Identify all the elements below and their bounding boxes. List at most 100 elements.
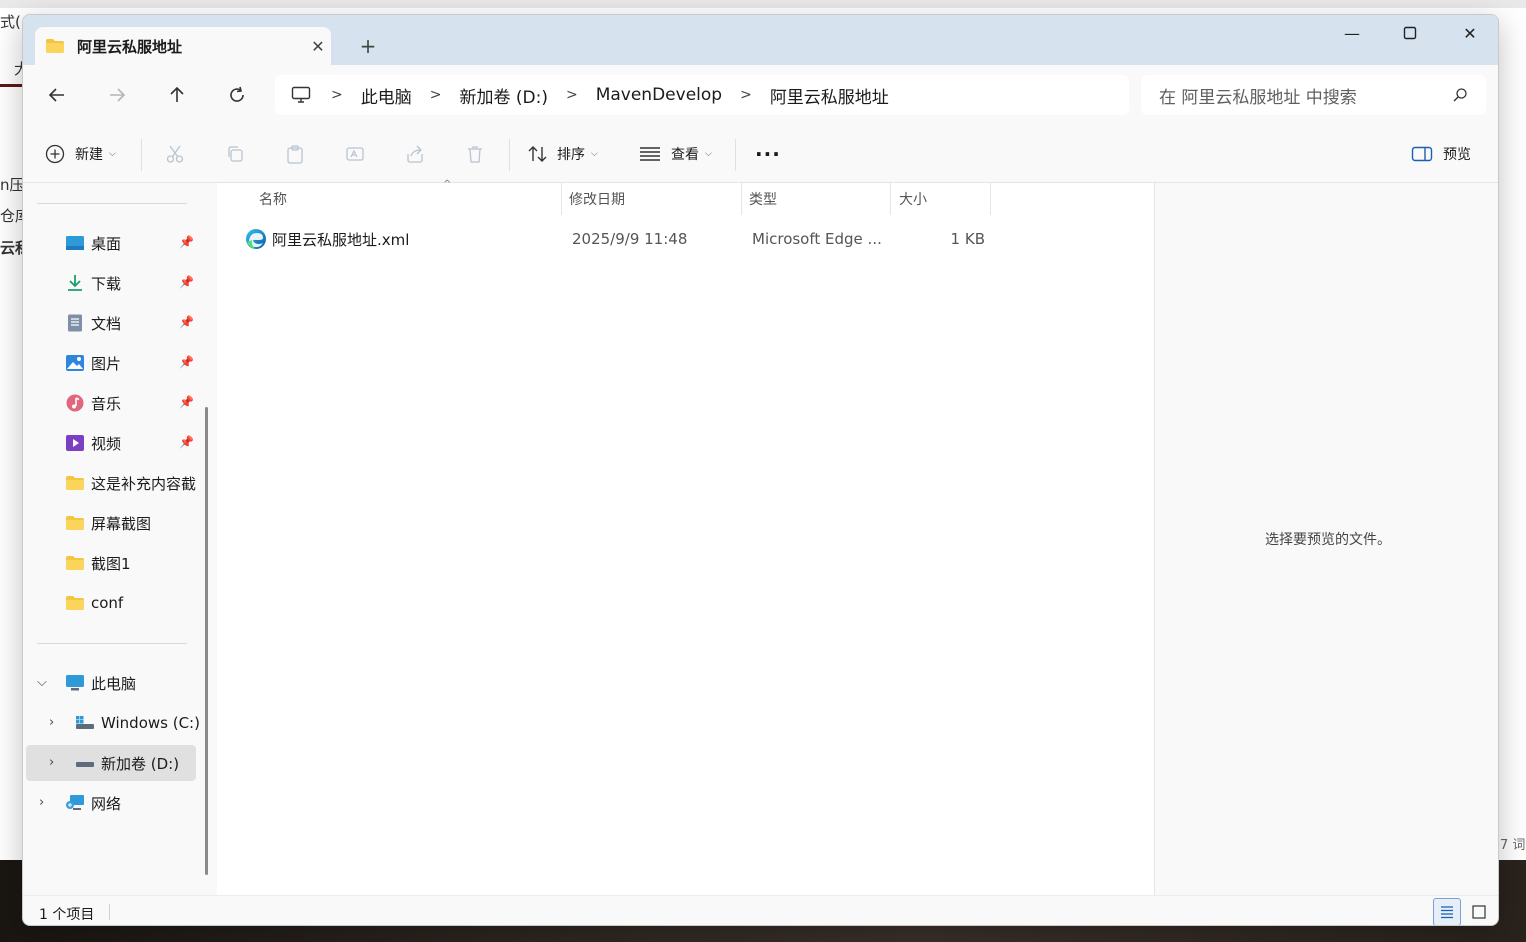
- pin-icon: 📌: [179, 275, 194, 289]
- tab-close-icon[interactable]: ✕: [305, 33, 331, 59]
- column-header-name[interactable]: 名称 ^: [259, 179, 561, 215]
- navigation-divider: [37, 643, 187, 644]
- status-divider: [109, 904, 110, 920]
- column-divider[interactable]: [990, 183, 991, 215]
- sidebar-item-label: conf: [91, 594, 124, 612]
- cut-button[interactable]: [165, 125, 185, 183]
- sidebar-item-folder[interactable]: 屏幕截图: [23, 505, 197, 541]
- preview-pane-button[interactable]: 预览: [1411, 125, 1471, 183]
- sidebar-item-this-pc[interactable]: ⌵ 此电脑: [23, 665, 197, 701]
- sort-button-label: 排序: [557, 147, 585, 163]
- search-input[interactable]: 在 阿里云私服地址 中搜索: [1141, 75, 1486, 115]
- rename-icon: [346, 147, 364, 161]
- sidebar-item-pictures[interactable]: 图片 📌: [23, 345, 197, 381]
- share-button[interactable]: [405, 125, 425, 183]
- chevron-right-icon[interactable]: ›: [49, 715, 54, 730]
- sidebar-item-folder[interactable]: 这是补充内容截: [23, 465, 197, 501]
- view-button-label: 查看: [671, 147, 699, 163]
- sidebar-item-documents[interactable]: 文档 📌: [23, 305, 197, 341]
- breadcrumb-mavendevelop[interactable]: MavenDevelop: [596, 85, 722, 105]
- arrow-up-icon: [170, 86, 184, 102]
- maximize-button[interactable]: [1381, 15, 1439, 51]
- chevron-right-icon: >: [429, 87, 442, 103]
- new-tab-button[interactable]: +: [353, 33, 383, 59]
- download-icon: [68, 275, 82, 291]
- column-divider[interactable]: [741, 183, 742, 215]
- desktop-icon: [66, 236, 84, 250]
- sidebar-item-network[interactable]: › 网络: [23, 785, 197, 821]
- details-view-icon: [1441, 906, 1453, 919]
- network-icon: [66, 795, 84, 810]
- up-button[interactable]: [157, 78, 197, 112]
- forward-button[interactable]: [97, 78, 137, 112]
- more-options-button[interactable]: ···: [755, 125, 781, 183]
- sidebar-item-drive-d[interactable]: › 新加卷 (D:): [26, 745, 196, 781]
- drive-icon: [76, 762, 94, 767]
- pin-icon: 📌: [179, 395, 194, 409]
- file-row[interactable]: 阿里云私服地址.xml 2025/9/9 11:48 Microsoft Edg…: [237, 223, 997, 255]
- folder-icon: [46, 39, 64, 53]
- preview-pane-icon: [1411, 146, 1433, 162]
- paste-button[interactable]: [285, 125, 305, 183]
- file-name-cell: 阿里云私服地址.xml: [245, 223, 409, 255]
- back-button[interactable]: [37, 78, 77, 112]
- music-icon: [66, 394, 84, 412]
- breadcrumb-this-pc[interactable]: 此电脑: [361, 83, 412, 108]
- sort-button[interactable]: 排序 ⌵: [527, 125, 598, 183]
- sidebar-item-folder[interactable]: 截图1: [23, 545, 197, 581]
- command-bar: 新建 ⌵ 排序 ⌵ 查看 ⌵ ··· 预览: [23, 125, 1498, 183]
- sidebar-item-downloads[interactable]: 下载 📌: [23, 265, 197, 301]
- sidebar-item-desktop[interactable]: 桌面 📌: [23, 225, 197, 261]
- file-list: 名称 ^ 修改日期 类型 大小 阿里云私服地址.xml 2025/9/9 11:…: [217, 179, 1154, 895]
- background-underline: [0, 84, 22, 87]
- column-header-size[interactable]: 大小: [899, 183, 989, 215]
- breadcrumb-current-folder[interactable]: 阿里云私服地址: [770, 83, 889, 108]
- chevron-down-icon[interactable]: ⌵: [37, 675, 47, 690]
- trash-icon: [468, 146, 482, 163]
- breadcrumb[interactable]: > 此电脑 > 新加卷 (D:) > MavenDevelop > 阿里云私服地…: [275, 75, 1129, 115]
- sidebar-item-music[interactable]: 音乐 📌: [23, 385, 197, 421]
- column-divider[interactable]: [561, 183, 562, 215]
- background-word-count: 7 词: [1500, 838, 1526, 853]
- details-view-button[interactable]: [1433, 898, 1461, 925]
- pin-icon: 📌: [179, 355, 194, 369]
- delete-button[interactable]: [465, 125, 485, 183]
- sidebar-item-folder[interactable]: conf: [23, 585, 197, 621]
- tiles-view-button[interactable]: [1465, 898, 1493, 925]
- search-icon: [1453, 88, 1467, 102]
- preview-button-label: 预览: [1443, 147, 1471, 163]
- breadcrumb-drive-d[interactable]: 新加卷 (D:): [459, 83, 548, 108]
- arrow-right-icon: [110, 88, 126, 102]
- copy-button[interactable]: [225, 125, 245, 183]
- rename-button[interactable]: [345, 125, 365, 183]
- share-icon: [407, 145, 423, 163]
- navigation-divider: [37, 203, 187, 204]
- toolbar-divider: [735, 139, 736, 171]
- tab-current-folder[interactable]: 阿里云私服地址 ✕: [35, 27, 331, 65]
- refresh-button[interactable]: [217, 78, 257, 112]
- view-button[interactable]: 查看 ⌵: [639, 125, 712, 183]
- close-window-button[interactable]: ✕: [1441, 15, 1498, 51]
- folder-icon: [66, 516, 84, 530]
- maximize-icon: [1403, 26, 1417, 40]
- chevron-right-icon[interactable]: ›: [49, 755, 54, 770]
- sidebar-item-label: Windows (C:): [101, 714, 200, 732]
- chevron-right-icon: >: [740, 87, 752, 103]
- sidebar-item-label: 音乐: [91, 394, 122, 413]
- column-header-type[interactable]: 类型: [749, 183, 889, 215]
- minimize-button[interactable]: —: [1323, 15, 1381, 51]
- navigation-scrollbar[interactable]: [205, 407, 208, 875]
- chevron-right-icon[interactable]: ›: [39, 795, 44, 810]
- column-divider[interactable]: [890, 183, 891, 215]
- sidebar-item-videos[interactable]: 视频 📌: [23, 425, 197, 461]
- folder-icon: [66, 596, 84, 610]
- sidebar-item-label: 新加卷 (D:): [101, 754, 180, 773]
- new-button[interactable]: 新建 ⌵: [45, 125, 116, 183]
- sort-ascending-icon: ^: [443, 179, 452, 190]
- sort-icon: [528, 146, 547, 162]
- folder-icon: [66, 476, 84, 490]
- chevron-down-icon: ⌵: [109, 149, 116, 159]
- sidebar-item-label: 视频: [91, 434, 122, 453]
- column-header-modified[interactable]: 修改日期: [569, 183, 741, 215]
- sidebar-item-drive-c[interactable]: › Windows (C:): [23, 705, 200, 741]
